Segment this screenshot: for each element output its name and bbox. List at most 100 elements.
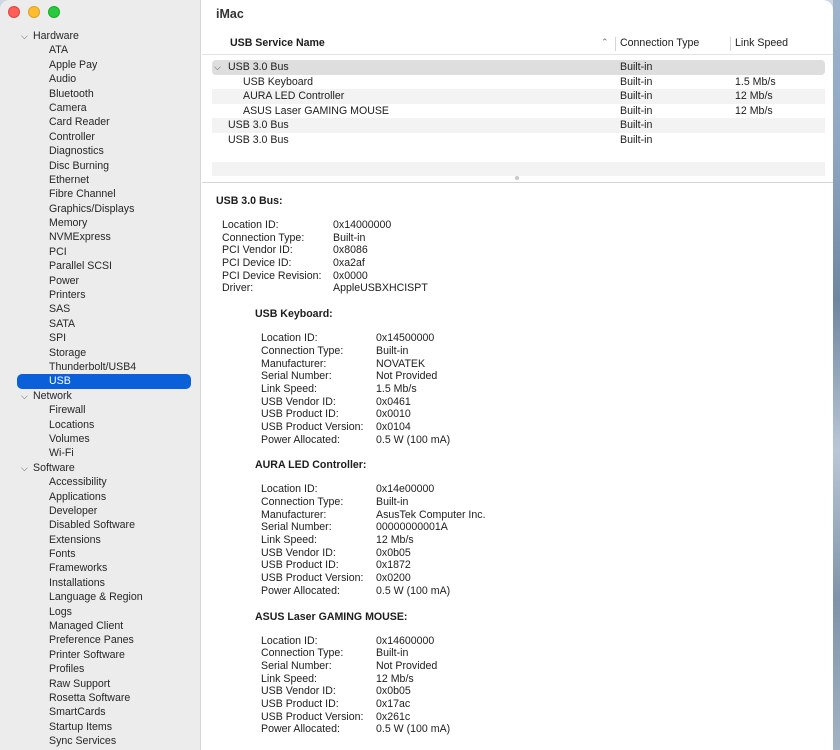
cell-connection-type: Built-in (620, 90, 653, 102)
column-header-speed[interactable]: Link Speed (735, 37, 788, 49)
field-label: Location ID: (261, 332, 318, 345)
column-header-connection[interactable]: Connection Type (620, 37, 699, 49)
cell-connection-type: Built-in (620, 104, 653, 117)
sidebar-item-graphics-displays[interactable]: Graphics/Displays (0, 202, 200, 216)
cell-connection-type: Built-in (620, 61, 653, 73)
sidebar-item-locations[interactable]: Locations (0, 418, 200, 432)
field-label: Link Speed: (261, 382, 317, 395)
chevron-down-icon[interactable]: ⌵ (21, 461, 28, 475)
sidebar-item-managed-client[interactable]: Managed Client (0, 619, 200, 633)
field-label: USB Product Version: (261, 420, 364, 433)
table-row[interactable]: ⌵ USB 3.0 Bus Built-in (212, 60, 825, 75)
sidebar-item-sata[interactable]: SATA (0, 317, 200, 331)
sidebar-item-fibre-channel[interactable]: Fibre Channel (0, 187, 200, 201)
sidebar-item-card-reader[interactable]: Card Reader (0, 115, 200, 129)
detail-field: USB Vendor ID: 0x0461 (216, 396, 833, 409)
field-label: USB Vendor ID: (261, 546, 336, 559)
sidebar-item-logs[interactable]: Logs (0, 605, 200, 619)
sidebar-item-rosetta-software[interactable]: Rosetta Software (0, 691, 200, 705)
table-row[interactable]: USB 3.0 Bus Built-in (212, 118, 825, 133)
detail-field: Serial Number: 00000000001A (216, 521, 833, 534)
empty-table-row (212, 147, 825, 162)
sidebar-item-wi-fi[interactable]: Wi-Fi (0, 446, 200, 460)
zoom-button[interactable] (48, 6, 60, 18)
detail-section-title: USB 3.0 Bus: (216, 195, 283, 207)
sidebar-item-usb[interactable]: USB (17, 374, 191, 389)
sidebar-item-volumes[interactable]: Volumes (0, 432, 200, 446)
column-divider[interactable] (615, 37, 616, 51)
field-label: USB Product ID: (261, 697, 339, 710)
chevron-down-icon[interactable]: ⌵ (21, 389, 28, 403)
sidebar-group-label: Software (33, 461, 75, 474)
field-value: AsusTek Computer Inc. (376, 508, 486, 521)
field-value: 0x14600000 (376, 634, 435, 647)
cell-service-name: ASUS Laser GAMING MOUSE (243, 104, 389, 117)
pane-divider[interactable] (202, 182, 833, 183)
sidebar-item-thunderbolt-usb4[interactable]: Thunderbolt/USB4 (0, 360, 200, 374)
sidebar-item-diagnostics[interactable]: Diagnostics (0, 144, 200, 158)
sidebar-item-memory[interactable]: Memory (0, 216, 200, 230)
sidebar-item-disabled-software[interactable]: Disabled Software (0, 518, 200, 532)
sidebar-item-controller[interactable]: Controller (0, 130, 200, 144)
sort-ascending-icon[interactable]: ⌃ (601, 37, 609, 48)
table-row[interactable]: AURA LED Controller Built-in 12 Mb/s (212, 89, 825, 104)
sidebar-item-printer-software[interactable]: Printer Software (0, 648, 200, 662)
minimize-button[interactable] (28, 6, 40, 18)
sidebar-group-network[interactable]: ⌵ Network (0, 389, 200, 403)
sidebar-item-parallel-scsi[interactable]: Parallel SCSI (0, 259, 200, 273)
sidebar-item-fonts[interactable]: Fonts (0, 547, 200, 561)
sidebar-item-installations[interactable]: Installations (0, 576, 200, 590)
sidebar: ⌵ Hardware ATA Apple Pay Audio Bluetooth Camer… (0, 0, 201, 750)
table-row[interactable]: USB Keyboard Built-in 1.5 Mb/s (212, 75, 825, 90)
sidebar-item-storage[interactable]: Storage (0, 346, 200, 360)
table-row[interactable]: USB 3.0 Bus Built-in (212, 133, 825, 148)
sidebar-item-ata[interactable]: ATA (0, 43, 200, 57)
sidebar-item-ethernet[interactable]: Ethernet (0, 173, 200, 187)
sidebar-group-hardware[interactable]: ⌵ Hardware (0, 29, 200, 43)
sidebar-item-frameworks[interactable]: Frameworks (0, 561, 200, 575)
sidebar-item-nvmexpress[interactable]: NVMExpress (0, 230, 200, 244)
sidebar-item-sync-services[interactable]: Sync Services (0, 734, 200, 748)
table-row[interactable]: ASUS Laser GAMING MOUSE Built-in 12 Mb/s (212, 104, 825, 119)
sidebar-item-spi[interactable]: SPI (0, 331, 200, 345)
split-handle[interactable] (515, 176, 519, 180)
field-label: Link Speed: (261, 672, 317, 685)
sidebar-item-apple-pay[interactable]: Apple Pay (0, 58, 200, 72)
detail-field: Link Speed: 12 Mb/s (216, 534, 833, 547)
sidebar-item-extensions[interactable]: Extensions (0, 533, 200, 547)
sidebar-item-camera[interactable]: Camera (0, 101, 200, 115)
sidebar-item-audio[interactable]: Audio (0, 72, 200, 86)
detail-field: Power Allocated: 0.5 W (100 mA) (216, 434, 833, 447)
disclosure-chevron-down-icon[interactable]: ⌵ (214, 60, 221, 75)
sidebar-group-software[interactable]: ⌵ Software (0, 461, 200, 475)
sidebar-item-smartcards[interactable]: SmartCards (0, 705, 200, 719)
chevron-down-icon[interactable]: ⌵ (21, 29, 28, 43)
field-value: Built-in (376, 647, 409, 660)
sidebar-item-printers[interactable]: Printers (0, 288, 200, 302)
sidebar-item-sas[interactable]: SAS (0, 302, 200, 316)
field-value: 00000000001A (376, 521, 448, 534)
sidebar-item-applications[interactable]: Applications (0, 490, 200, 504)
sidebar-item-language-region[interactable]: Language & Region (0, 590, 200, 604)
field-value: Built-in (376, 344, 409, 357)
sidebar-item-accessibility[interactable]: Accessibility (0, 475, 200, 489)
close-button[interactable] (8, 6, 20, 18)
sidebar-item-firewall[interactable]: Firewall (0, 403, 200, 417)
sidebar-item-bluetooth[interactable]: Bluetooth (0, 87, 200, 101)
sidebar-item-raw-support[interactable]: Raw Support (0, 677, 200, 691)
sidebar-item-developer[interactable]: Developer (0, 504, 200, 518)
sidebar-item-preference-panes[interactable]: Preference Panes (0, 633, 200, 647)
field-value: 0x14500000 (376, 332, 435, 345)
sidebar-item-pci[interactable]: PCI (0, 245, 200, 259)
detail-field: Location ID: 0x14000000 (216, 219, 833, 232)
field-label: Connection Type: (261, 496, 344, 508)
column-divider[interactable] (730, 37, 731, 51)
sidebar-item-disc-burning[interactable]: Disc Burning (0, 159, 200, 173)
field-label: USB Product Version: (261, 572, 364, 585)
column-header-name[interactable]: USB Service Name (230, 37, 325, 49)
field-label: PCI Vendor ID: (222, 244, 293, 257)
sidebar-item-startup-items[interactable]: Startup Items (0, 720, 200, 734)
sidebar-item-profiles[interactable]: Profiles (0, 662, 200, 676)
sidebar-item-power[interactable]: Power (0, 274, 200, 288)
detail-pane: USB 3.0 Bus: Location ID: 0x14000000 Connec… (216, 194, 833, 736)
